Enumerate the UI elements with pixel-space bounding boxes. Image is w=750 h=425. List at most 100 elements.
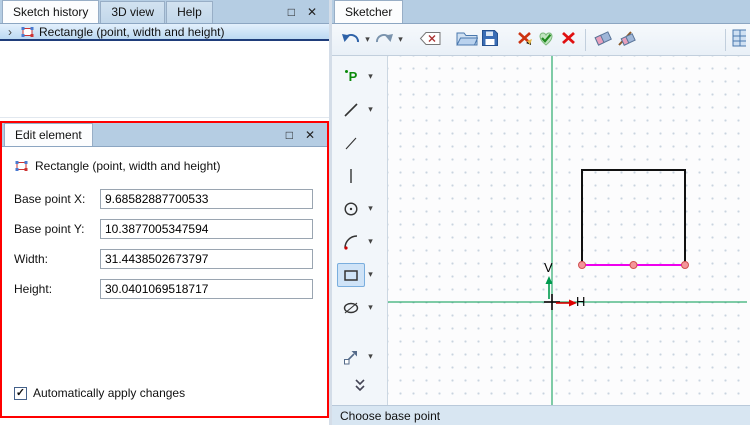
transform-tool-icon — [337, 345, 365, 369]
field-height: Height: — [14, 279, 313, 299]
field-base-point-y: Base point Y: — [14, 219, 313, 239]
tool-transform[interactable]: ▾ — [332, 340, 387, 373]
element-type-header: Rectangle (point, width and height) — [14, 159, 313, 173]
tool-rectangle[interactable]: ▾ — [332, 258, 387, 291]
tab-edit-element[interactable]: Edit element — [4, 123, 93, 146]
tool-point[interactable]: P ▾ — [332, 60, 387, 93]
eraser-line-button[interactable] — [616, 28, 637, 52]
left-filler — [0, 418, 329, 425]
chevron-down-icon[interactable]: ▾ — [365, 98, 376, 122]
double-chevron-down-icon — [351, 377, 369, 397]
chevron-down-icon[interactable]: ▾ — [365, 263, 376, 287]
width-input[interactable] — [100, 249, 313, 269]
backspace-icon — [419, 31, 442, 49]
grip-handle[interactable] — [629, 261, 638, 269]
grid-icon — [732, 28, 746, 51]
tools-expand-button[interactable] — [351, 377, 369, 397]
undo-icon — [341, 30, 361, 49]
undo-button[interactable] — [341, 28, 361, 52]
grip-handle[interactable] — [578, 261, 586, 269]
rectangle-tool-icon — [337, 262, 365, 287]
tab-sketcher[interactable]: Sketcher — [334, 0, 404, 23]
status-text: Choose base point — [340, 408, 441, 423]
chevron-down-icon[interactable]: ▾ — [365, 345, 376, 369]
auto-apply-checkbox[interactable]: ✓ — [14, 386, 27, 400]
drawing-canvas[interactable]: V H — [388, 56, 750, 405]
tool-ellipse[interactable]: ▾ — [332, 291, 387, 324]
edit-element-form: Rectangle (point, width and height) Base… — [2, 147, 327, 416]
vertical-axis-label: V — [544, 260, 553, 275]
maximize-icon[interactable]: □ — [286, 129, 293, 141]
toolbar-separator — [585, 28, 586, 51]
accept-button[interactable] — [536, 28, 556, 52]
horizontal-axis-label: H — [576, 294, 586, 309]
edit-window-buttons: □ ✕ — [286, 129, 325, 146]
tool-vertical-line[interactable]: ▾ — [332, 159, 387, 192]
sketch-rectangle — [581, 169, 686, 266]
cancel-button[interactable] — [558, 28, 578, 52]
height-input[interactable] — [100, 279, 313, 299]
auto-apply-row: ✓ Automatically apply changes — [14, 386, 313, 400]
undo-dropdown[interactable]: ▾ — [362, 28, 373, 52]
element-type-label: Rectangle (point, width and height) — [35, 159, 221, 173]
rectangle-element-icon — [20, 25, 35, 39]
sketch-history-tree[interactable]: › Rectangle (point, width and height) — [0, 24, 329, 118]
chevron-down-icon[interactable]: ▾ — [365, 65, 376, 89]
chevron-down-icon[interactable]: ▾ — [365, 296, 376, 320]
save-button[interactable] — [480, 28, 500, 52]
chevron-down-icon[interactable]: ▾ — [365, 197, 376, 221]
point-tool-icon: P — [337, 65, 365, 89]
clipped-tool-button[interactable] — [732, 28, 746, 51]
chevron-down-icon[interactable]: ▾ — [365, 230, 376, 254]
tool-arc[interactable]: ▾ — [332, 225, 387, 258]
circle-tool-icon — [337, 197, 365, 221]
open-button[interactable] — [456, 28, 479, 52]
sketch-history-panel: Sketch history 3D view Help □ ✕ › Rectan… — [0, 0, 329, 118]
delete-cross-icon — [516, 30, 533, 49]
sketcher-tabbar: Sketcher — [332, 0, 750, 24]
tab-help[interactable]: Help — [166, 1, 213, 23]
base-point-x-input[interactable] — [100, 189, 313, 209]
sketcher-workspace: P ▾ ▾ ▾ ▾ ▾ ▾ ▾ V H — [332, 56, 750, 405]
expander-icon[interactable]: › — [4, 25, 16, 39]
application-window: Sketch history 3D view Help □ ✕ › Rectan… — [0, 0, 750, 425]
close-icon[interactable]: ✕ — [305, 129, 315, 141]
open-folder-icon — [456, 30, 479, 50]
tool-line[interactable]: ▾ — [332, 93, 387, 126]
tool-line-alt[interactable]: ▾ — [332, 126, 387, 159]
eraser-icon — [593, 30, 614, 50]
base-point-y-input[interactable] — [100, 219, 313, 239]
ellipse-tool-icon — [337, 296, 365, 320]
eraser-line-icon — [616, 30, 637, 50]
redo-icon — [374, 30, 394, 49]
close-icon[interactable]: ✕ — [307, 6, 317, 18]
vertical-line-tool-icon — [337, 164, 365, 188]
field-base-point-x: Base point X: — [14, 189, 313, 209]
accept-check-icon — [536, 29, 556, 50]
tool-circle[interactable]: ▾ — [332, 192, 387, 225]
line-alt-tool-icon — [337, 131, 365, 155]
redo-button[interactable] — [374, 28, 394, 52]
height-label: Height: — [14, 282, 53, 296]
left-column: Sketch history 3D view Help □ ✕ › Rectan… — [0, 0, 332, 425]
redo-dropdown[interactable]: ▾ — [395, 28, 406, 52]
auto-apply-label: Automatically apply changes — [33, 386, 186, 400]
tree-row-rectangle[interactable]: › Rectangle (point, width and height) — [0, 24, 329, 41]
base-point-y-label: Base point Y: — [14, 222, 85, 236]
tab-3d-view[interactable]: 3D view — [100, 1, 166, 23]
tree-item-label: Rectangle (point, width and height) — [39, 24, 225, 39]
line-tool-icon — [337, 98, 365, 122]
maximize-icon[interactable]: □ — [288, 6, 295, 18]
grip-handle[interactable] — [681, 261, 689, 269]
eraser-button[interactable] — [593, 28, 614, 52]
backspace-button[interactable] — [419, 28, 442, 52]
tool-palette: P ▾ ▾ ▾ ▾ ▾ ▾ ▾ — [332, 56, 388, 405]
toolbar-separator — [725, 28, 726, 51]
sketch-graphics — [388, 56, 747, 405]
history-tabbar: Sketch history 3D view Help □ ✕ — [0, 0, 329, 24]
tab-sketch-history[interactable]: Sketch history — [2, 0, 100, 23]
cancel-cross-icon — [560, 30, 577, 49]
delete-button[interactable] — [514, 28, 534, 52]
main-toolbar: ▾ ▾ — [332, 24, 750, 56]
status-bar: Choose base point — [332, 405, 750, 425]
